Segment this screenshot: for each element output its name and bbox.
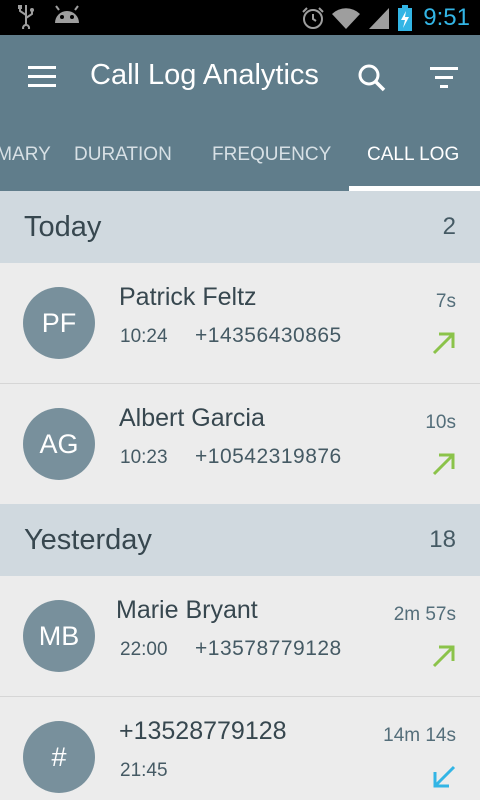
app-toolbar: Call Log Analytics <box>0 35 480 122</box>
contact-name: +13528779128 <box>119 717 287 745</box>
tab-summary[interactable]: SUMMARY <box>0 122 51 191</box>
clock: 9:51 <box>423 3 470 31</box>
contact-name: Albert Garcia <box>119 404 265 432</box>
outgoing-call-icon <box>432 453 455 476</box>
section-title: Today <box>24 211 102 243</box>
phone-number: +14356430865 <box>195 324 342 347</box>
call-duration: 2m 57s <box>393 604 456 625</box>
call-row[interactable]: MB Marie Bryant 22:00 +13578779128 2m 57… <box>0 576 480 697</box>
phone-number: +13578779128 <box>195 637 342 660</box>
contact-name: Patrick Feltz <box>119 283 257 311</box>
call-time: 10:23 <box>120 447 168 468</box>
avatar: MB <box>23 600 95 672</box>
filter-icon[interactable] <box>430 67 458 89</box>
section-header-today: Today 2 <box>0 191 480 263</box>
outgoing-call-icon <box>432 332 455 355</box>
avatar: AG <box>23 408 95 480</box>
contact-name: Marie Bryant <box>116 596 258 624</box>
call-time: 22:00 <box>120 639 168 660</box>
incoming-call-icon <box>433 765 456 788</box>
status-bar: 9:51 <box>0 0 480 35</box>
wifi-icon <box>332 7 361 29</box>
outgoing-call-icon <box>432 645 455 668</box>
tab-frequency[interactable]: FREQUENCY <box>212 122 331 191</box>
tab-call-log[interactable]: CALL LOG <box>367 122 459 191</box>
avatar: PF <box>23 287 95 359</box>
call-duration: 14m 14s <box>383 725 456 746</box>
section-count: 18 <box>429 526 456 553</box>
call-row[interactable]: PF Patrick Feltz 10:24 +14356430865 7s <box>0 263 480 384</box>
usb-icon <box>18 5 34 29</box>
android-icon <box>55 5 79 23</box>
call-time: 10:24 <box>120 326 168 347</box>
section-count: 2 <box>442 213 456 240</box>
phone-number: +10542319876 <box>195 445 342 468</box>
avatar: # <box>23 721 95 793</box>
section-title: Yesterday <box>24 524 152 556</box>
tab-duration[interactable]: DURATION <box>74 122 172 191</box>
call-row[interactable]: # +13528779128 21:45 14m 14s <box>0 697 480 800</box>
call-time: 21:45 <box>120 760 168 781</box>
section-header-yesterday: Yesterday 18 <box>0 504 480 576</box>
search-icon[interactable] <box>356 62 388 94</box>
call-row[interactable]: AG Albert Garcia 10:23 +10542319876 10s <box>0 384 480 505</box>
call-duration: 7s <box>435 291 456 312</box>
battery-charging-icon <box>398 4 413 31</box>
signal-icon <box>369 7 390 29</box>
call-duration: 10s <box>425 412 456 433</box>
tab-bar: SUMMARY DURATION FREQUENCY CALL LOG <box>0 122 480 191</box>
app-title: Call Log Analytics <box>90 59 319 91</box>
alarm-icon <box>302 6 324 29</box>
menu-icon[interactable] <box>28 66 56 88</box>
